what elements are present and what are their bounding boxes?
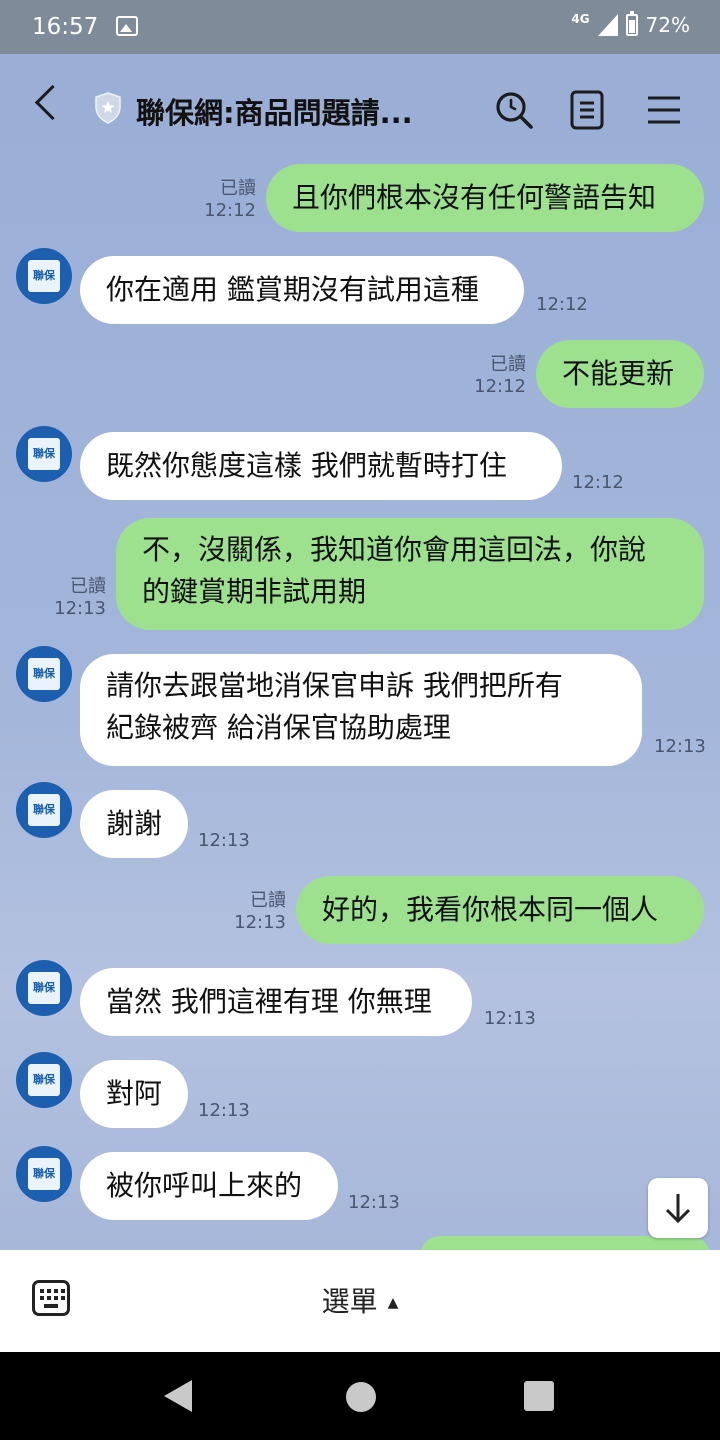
avatar-label: 聯保 [33,667,55,680]
avatar[interactable]: 聯保 [16,960,72,1016]
battery-icon [625,11,638,36]
avatar[interactable]: 聯保 [16,248,72,304]
back-arrow-icon[interactable] [34,84,71,121]
message-text: 你在適用 鑑賞期沒有試用這種 [106,273,479,306]
message-bubble-incoming[interactable]: 被你呼叫上來的 [80,1152,338,1220]
shield-icon [95,92,121,124]
search-icon[interactable] [494,90,534,130]
message-time: 12:13 [348,1192,400,1213]
message-text: 謝謝 [106,807,163,840]
read-status: 已讀 [220,178,256,199]
message-bubble-incoming[interactable]: 謝謝 [80,790,188,858]
arrow-down-icon [665,1194,691,1224]
message-text: 好的，我看你根本同一個人 [322,893,659,926]
read-status: 已讀 [250,890,286,911]
message-time: 12:13 [234,912,286,933]
avatar-label: 聯保 [33,803,55,816]
menu-toggle-button[interactable]: 選單 ▲ [0,1280,720,1320]
bottom-bar: 選單 ▲ [0,1250,720,1352]
message-time: 12:13 [484,1008,536,1029]
nav-back-icon[interactable] [164,1380,192,1412]
message-meta: 已讀 12:12 [196,178,256,222]
message-bubble-outgoing[interactable]: 不能更新 [536,340,704,408]
chat-header: 聯保網:商品問題請... [0,54,720,164]
avatar[interactable]: 聯保 [16,782,72,838]
message-bubble-outgoing[interactable]: 好的，我看你根本同一個人 [296,876,704,944]
message-time: 12:12 [474,376,526,397]
avatar-label: 聯保 [33,1073,55,1086]
message-text-line: 不，沒關係，我知道你會用這回法，你說 [142,533,647,566]
avatar[interactable]: 聯保 [16,1052,72,1108]
message-time: 12:13 [54,598,106,619]
message-text: 不能更新 [562,357,675,390]
message-text: 既然你態度這樣 我們就暫時打住 [106,449,507,482]
read-status: 已讀 [490,354,526,375]
chat-title: 聯保網:商品問題請... [136,96,413,130]
navigation-bar [0,1352,720,1440]
battery-level: 72% [645,13,690,37]
caret-up-icon: ▲ [387,1295,399,1311]
message-text-line: 紀錄被齊 給消保官協助處理 [106,711,451,744]
nav-recents-icon[interactable] [524,1381,554,1411]
message-bubble-incoming[interactable]: 既然你態度這樣 我們就暫時打住 [80,432,562,500]
message-time: 12:13 [198,830,250,851]
status-bar: 16:57 4G 72% [0,0,720,54]
avatar-label: 聯保 [33,981,55,994]
message-meta: 已讀 12:12 [466,354,526,398]
message-bubble-outgoing[interactable]: 且你們根本沒有任何警語告知 [266,164,704,232]
message-text: 對阿 [106,1077,163,1110]
notes-icon[interactable] [570,90,604,130]
chat-area[interactable]: 聯保網:商品問題請... 已讀 12:12 且你們根本沒有任何警語告知 聯保 你… [0,54,720,1250]
hamburger-menu-icon[interactable] [646,94,682,126]
network-type: 4G [571,12,590,26]
message-bubble-outgoing-partial[interactable] [420,1236,710,1250]
status-indicators: 4G 72% [571,11,690,37]
message-text: 當然 我們這裡有理 你無理 [106,985,432,1018]
avatar[interactable]: 聯保 [16,1146,72,1202]
message-bubble-outgoing[interactable]: 不，沒關係，我知道你會用這回法，你說 的鍵賞期非試用期 [116,518,704,630]
nav-home-icon[interactable] [346,1382,376,1412]
message-time: 12:13 [654,736,706,757]
message-time: 12:12 [204,200,256,221]
message-time: 12:12 [536,294,588,315]
status-time: 16:57 [32,14,99,40]
image-notification-icon [116,16,138,36]
menu-label: 選單 [321,1285,378,1318]
scroll-to-bottom-button[interactable] [648,1178,708,1238]
message-text-line: 請你去跟當地消保官申訴 我們把所有 [106,669,563,702]
message-text: 且你們根本沒有任何警語告知 [292,181,657,214]
message-meta: 已讀 12:13 [226,890,286,934]
message-bubble-incoming[interactable]: 對阿 [80,1060,188,1128]
avatar-label: 聯保 [33,447,55,460]
message-time: 12:13 [198,1100,250,1121]
message-text: 被你呼叫上來的 [106,1169,303,1202]
signal-icon [597,14,618,36]
avatar[interactable]: 聯保 [16,426,72,482]
message-time: 12:12 [572,472,624,493]
avatar-label: 聯保 [33,1167,55,1180]
message-text-line: 的鍵賞期非試用期 [142,575,367,608]
avatar[interactable]: 聯保 [16,646,72,702]
message-meta: 已讀 12:13 [46,576,106,620]
message-bubble-incoming[interactable]: 請你去跟當地消保官申訴 我們把所有 紀錄被齊 給消保官協助處理 [80,654,642,766]
message-bubble-incoming[interactable]: 你在適用 鑑賞期沒有試用這種 [80,256,524,324]
message-bubble-incoming[interactable]: 當然 我們這裡有理 你無理 [80,968,472,1036]
avatar-label: 聯保 [33,269,55,282]
read-status: 已讀 [70,576,106,597]
